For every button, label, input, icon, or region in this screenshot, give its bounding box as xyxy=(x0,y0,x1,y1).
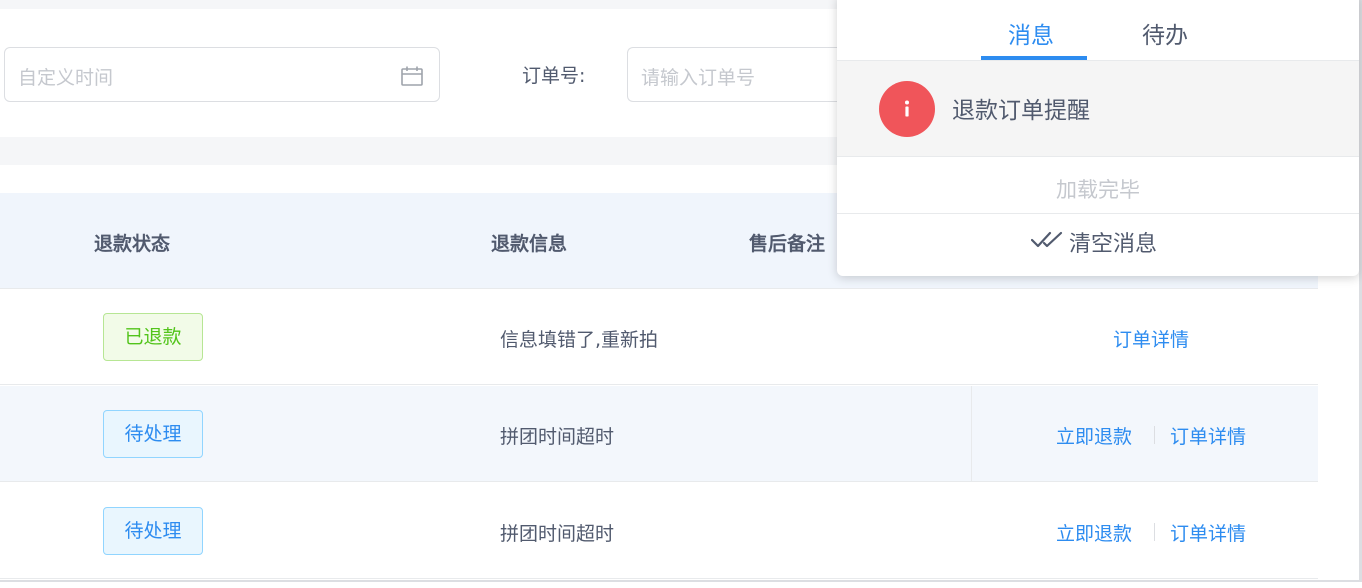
refund-info-text: 拼团时间超时 xyxy=(500,426,615,448)
notification-item[interactable]: 退款订单提醒 xyxy=(837,61,1359,157)
column-header-refund-status: 退款状态 xyxy=(94,233,171,255)
footer-divider xyxy=(837,213,1359,214)
refund-info-text: 信息填错了,重新拍 xyxy=(500,329,659,351)
calendar-icon[interactable] xyxy=(401,66,423,90)
order-detail-link[interactable]: 订单详情 xyxy=(1170,422,1246,449)
action-divider xyxy=(1154,426,1155,444)
loaded-status-text: 加载完毕 xyxy=(1056,178,1140,202)
table-row: 已退款 信息填错了,重新拍 订单详情 xyxy=(0,289,1318,385)
refund-info-text: 拼团时间超时 xyxy=(500,523,615,545)
double-check-icon xyxy=(1030,230,1063,254)
refund-now-link[interactable]: 立即退款 xyxy=(1056,519,1132,546)
status-badge: 已退款 xyxy=(103,313,203,361)
table-bottom-border xyxy=(0,580,1362,582)
column-header-refund-info: 退款信息 xyxy=(491,233,568,255)
refund-now-link[interactable]: 立即退款 xyxy=(1056,422,1132,449)
notification-title: 退款订单提醒 xyxy=(952,98,1090,124)
date-range-input[interactable]: 自定义时间 xyxy=(4,47,440,102)
order-number-placeholder: 请输入订单号 xyxy=(641,67,756,89)
action-divider xyxy=(1154,523,1155,541)
order-number-label: 订单号: xyxy=(522,65,586,87)
clear-messages-button[interactable]: 清空消息 xyxy=(1030,224,1158,260)
order-detail-link[interactable]: 订单详情 xyxy=(1170,519,1246,546)
order-detail-link[interactable]: 订单详情 xyxy=(1113,325,1189,352)
status-badge: 待处理 xyxy=(103,507,203,555)
column-divider xyxy=(971,386,972,482)
status-badge: 待处理 xyxy=(103,410,203,458)
column-header-after-sale-note: 售后备注 xyxy=(749,233,826,255)
table-row: 待处理 拼团时间超时 立即退款 订单详情 xyxy=(0,483,1318,579)
table-row: 待处理 拼团时间超时 立即退款 订单详情 xyxy=(0,386,1318,482)
info-icon xyxy=(879,81,935,137)
date-placeholder: 自定义时间 xyxy=(18,67,114,89)
clear-messages-label: 清空消息 xyxy=(1069,232,1158,257)
tab-messages[interactable]: 消息 xyxy=(1008,16,1054,50)
notification-popover: 消息 待办 退款订单提醒 加载完毕 清空消息 xyxy=(837,0,1359,276)
tab-todo[interactable]: 待办 xyxy=(1142,16,1188,50)
